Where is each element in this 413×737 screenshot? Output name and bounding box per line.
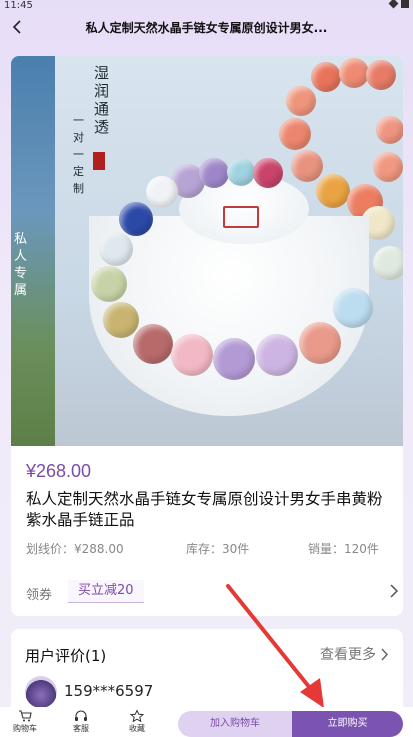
bead [291,150,323,182]
price-row: ¥268.00 [26,461,91,482]
header: 私人定制天然水晶手链女专属原创设计男女... [0,12,413,44]
headset-icon [75,710,87,721]
chevron-left-icon [12,20,21,34]
bead [316,174,350,208]
image-seal [93,152,105,170]
stock-count: 库存：30件 [186,542,250,556]
bead [213,338,255,380]
bead [171,334,213,376]
bead [376,116,403,144]
page-title: 私人定制天然水晶手链女专属原创设计男女... [85,21,328,35]
nav-service-label: 客服 [73,724,89,733]
view-more-label: 查看更多 [320,647,376,663]
coupon-tag[interactable]: 买立减20 [68,580,144,603]
chevron-right-icon[interactable] [389,583,399,602]
bead [227,158,255,186]
status-icons [388,0,409,9]
bead [339,58,369,88]
bead [91,266,127,302]
view-more-reviews[interactable]: 查看更多 [320,644,389,664]
bead [299,322,341,364]
chevron-right-icon [381,647,389,661]
nav-service[interactable]: 客服 [61,710,101,736]
reviewer-name: 159***6597 [64,682,154,700]
bead [366,60,396,90]
image-left-strip: 私人专属 [11,56,55,446]
coupon-label: 领券 [26,588,53,603]
bead [146,176,178,208]
bead [279,118,311,150]
bead [199,158,229,188]
product-image[interactable]: 私人专属 湿润通透 一对一定制 [11,56,403,446]
bead [119,202,153,236]
bead [311,62,341,92]
bead [253,158,283,188]
cart-icon [19,710,32,722]
bead [373,152,403,182]
status-time: 11:45 [4,0,33,11]
status-bar: 11:45 [0,0,413,12]
bead [286,86,316,116]
image-calligraphy-2: 一对一定制 [73,114,84,195]
product-meta-row: 划线价：¥288.00 库存：30件 销量：120件 [26,540,391,556]
product-price: ¥268.00 [26,461,92,481]
sales-count: 销量：120件 [308,542,379,556]
bead [103,302,139,338]
buy-now-button[interactable]: 立即购买 [292,711,403,737]
add-to-cart-button[interactable]: 加入购物车 [178,711,292,737]
back-button[interactable] [6,16,28,38]
bead [99,232,133,266]
product-card: 私人专属 湿润通透 一对一定制 ¥268.00 私人定制天然水晶手链女专属原创设… [11,56,403,616]
bead [256,334,298,376]
nav-favorite-label: 收藏 [129,724,145,733]
battery-icon [401,0,409,8]
bowl-seal [223,206,259,228]
reviewer-avatar [25,676,57,708]
product-name: 私人定制天然水晶手链女专属原创设计男女手串黄粉紫水晶手链正品 [26,490,383,529]
image-strip-text: 私人专属 [14,232,28,298]
star-icon [130,710,144,722]
bead [333,288,373,328]
coupon-row[interactable]: 领券 买立减20 [26,580,399,604]
bead [133,324,173,364]
review-title: 用户评价(1) [25,647,107,665]
bottom-action-bar: 购物车 客服 收藏 加入购物车 立即购买 [0,707,413,737]
wifi-icon [388,0,399,9]
nav-cart[interactable]: 购物车 [5,710,45,736]
bead [373,246,403,280]
nav-favorite[interactable]: 收藏 [117,710,157,736]
nav-cart-label: 购物车 [13,724,37,733]
image-calligraphy-1: 湿润通透 [94,64,110,136]
original-price: 划线价：¥288.00 [26,542,124,556]
